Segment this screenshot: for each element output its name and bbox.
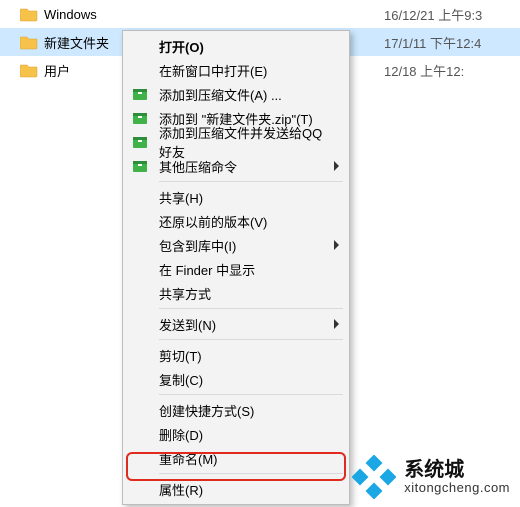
menu-properties[interactable]: 属性(R) [125, 477, 347, 501]
chevron-right-icon [334, 319, 339, 329]
menu-send-qq[interactable]: 添加到压缩文件并发送给QQ好友 [125, 130, 347, 154]
folder-icon [20, 62, 38, 78]
menu-show-in-finder[interactable]: 在 Finder 中显示 [125, 257, 347, 281]
folder-icon [20, 6, 38, 22]
menu-cut[interactable]: 剪切(T) [125, 343, 347, 367]
menu-send-to[interactable]: 发送到(N) [125, 312, 347, 336]
file-date: 17/1/11 下午12:4 [384, 33, 481, 52]
menu-add-archive[interactable]: 添加到压缩文件(A) ... [125, 82, 347, 106]
file-row-windows[interactable]: Windows 16/12/21 上午9:3 [0, 0, 520, 28]
menu-rename[interactable]: 重命名(M) [125, 446, 347, 470]
chevron-right-icon [334, 240, 339, 250]
menu-separator [159, 181, 343, 182]
menu-separator [159, 394, 343, 395]
file-name: Windows [44, 7, 384, 22]
watermark-site: xitongcheng.com [404, 481, 510, 495]
menu-share-way[interactable]: 共享方式 [125, 281, 347, 305]
context-menu: 打开(O) 在新窗口中打开(E) 添加到压缩文件(A) ... 添加到 "新建文… [122, 30, 350, 505]
menu-separator [159, 339, 343, 340]
watermark: 系统城 xitongcheng.com [352, 455, 510, 499]
chevron-right-icon [334, 161, 339, 171]
menu-copy[interactable]: 复制(C) [125, 367, 347, 391]
menu-separator [159, 473, 343, 474]
menu-restore-previous[interactable]: 还原以前的版本(V) [125, 209, 347, 233]
folder-icon [20, 34, 38, 50]
archive-icon [131, 85, 149, 103]
watermark-brand: 系统城 [404, 459, 510, 481]
archive-icon [131, 157, 149, 175]
menu-open[interactable]: 打开(O) [125, 34, 347, 58]
watermark-logo-icon [352, 455, 396, 499]
menu-create-shortcut[interactable]: 创建快捷方式(S) [125, 398, 347, 422]
menu-open-new-window[interactable]: 在新窗口中打开(E) [125, 58, 347, 82]
menu-share-h[interactable]: 共享(H) [125, 185, 347, 209]
menu-include-library[interactable]: 包含到库中(I) [125, 233, 347, 257]
file-date: 12/18 上午12: [384, 61, 464, 80]
file-date: 16/12/21 上午9:3 [384, 5, 482, 24]
menu-delete[interactable]: 删除(D) [125, 422, 347, 446]
menu-separator [159, 308, 343, 309]
archive-icon [131, 109, 149, 127]
menu-other-compress[interactable]: 其他压缩命令 [125, 154, 347, 178]
archive-icon [131, 133, 149, 151]
